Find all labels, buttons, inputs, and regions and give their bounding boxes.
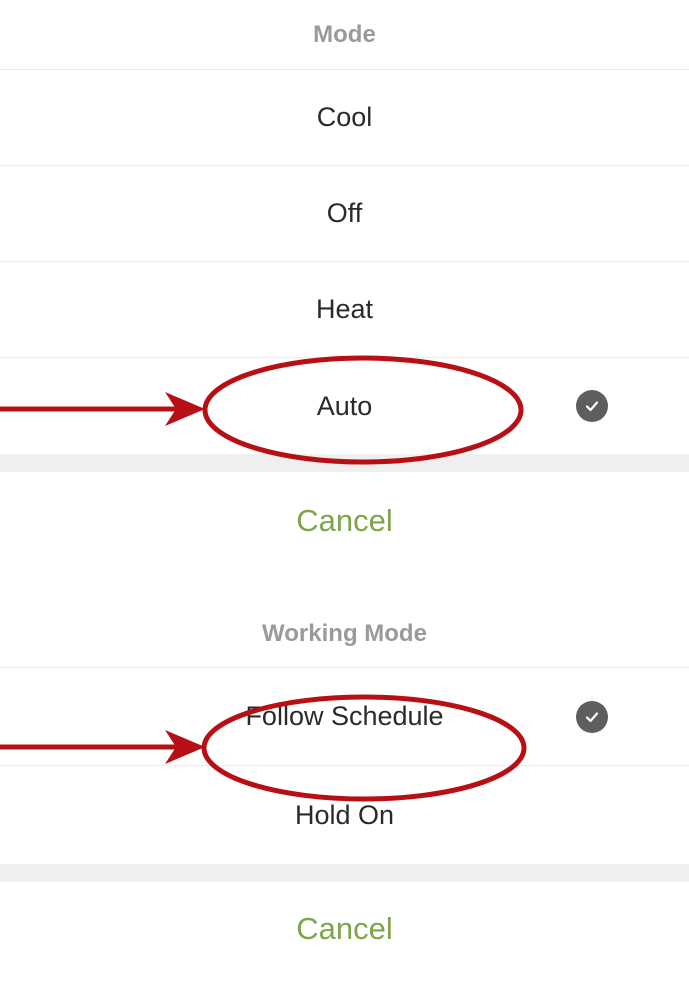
mode-option-cool[interactable]: Cool — [0, 70, 689, 166]
mode-cancel-button[interactable]: Cancel — [0, 472, 689, 570]
sheet-separator — [0, 454, 689, 472]
spacer — [0, 560, 689, 600]
mode-option-heat[interactable]: Heat — [0, 262, 689, 358]
working-mode-option-hold-on[interactable]: Hold On — [0, 766, 689, 864]
sheet-separator — [0, 864, 689, 882]
mode-option-off[interactable]: Off — [0, 166, 689, 262]
option-label: Cool — [316, 102, 373, 132]
mode-sheet-title: Mode — [0, 0, 689, 70]
working-mode-action-sheet: Working Mode Follow Schedule Hold On Can… — [0, 600, 689, 975]
option-label: Heat — [315, 294, 374, 324]
working-mode-option-follow-schedule[interactable]: Follow Schedule — [0, 668, 689, 766]
check-circle-icon — [576, 390, 608, 422]
check-circle-icon — [576, 700, 608, 733]
working-mode-cancel-button[interactable]: Cancel — [0, 882, 689, 975]
option-label: Hold On — [294, 799, 395, 830]
working-mode-sheet-title: Working Mode — [0, 600, 689, 668]
mode-option-auto[interactable]: Auto — [0, 358, 689, 454]
mode-action-sheet: Mode Cool Off Heat Auto Cancel — [0, 0, 689, 570]
option-label: Follow Schedule — [245, 701, 444, 731]
option-label: Off — [326, 198, 363, 228]
option-label: Auto — [316, 390, 373, 421]
screenshot: Mode Cool Off Heat Auto Cancel Working M… — [0, 0, 689, 983]
